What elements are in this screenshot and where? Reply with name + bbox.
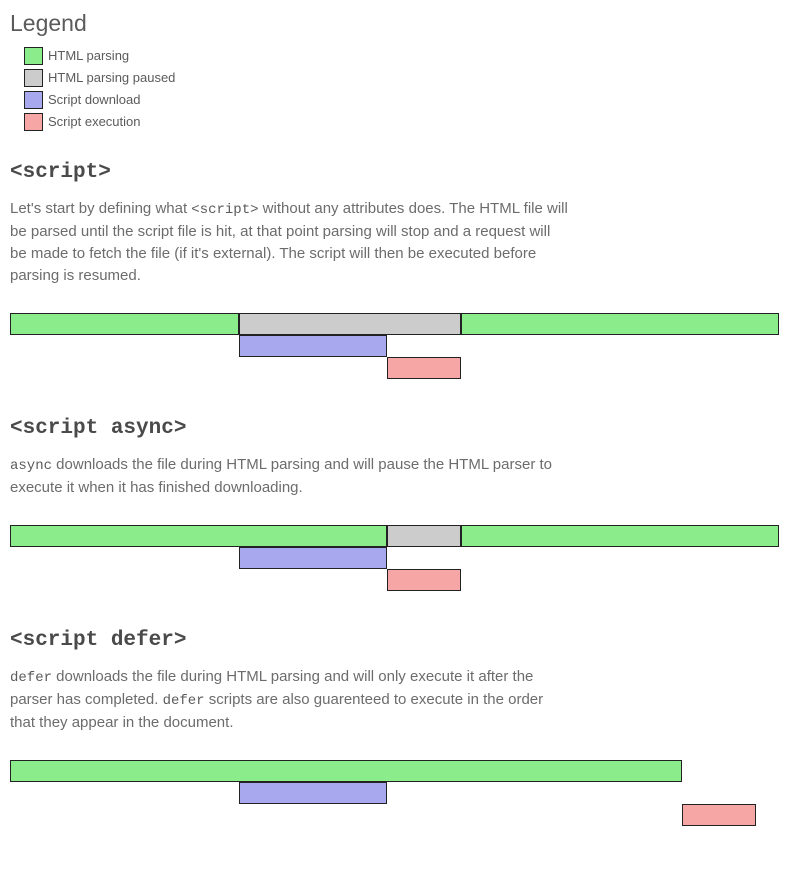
timeline-diagram xyxy=(10,760,779,826)
timeline-bar-green xyxy=(10,760,682,782)
inline-code: <script> xyxy=(191,202,258,218)
legend-item: HTML parsing xyxy=(10,45,791,67)
legend-title: Legend xyxy=(10,10,791,37)
inline-code: defer xyxy=(10,670,52,686)
legend-item: Script download xyxy=(10,89,791,111)
inline-code: async xyxy=(10,458,52,474)
inline-code: defer xyxy=(163,693,205,709)
timeline-bar-red xyxy=(682,804,756,826)
timeline-row xyxy=(10,525,779,547)
timeline-row xyxy=(10,804,779,826)
legend-label: Script execution xyxy=(48,111,141,133)
timeline-row xyxy=(10,335,779,357)
section-script-defer: <script defer> defer downloads the file … xyxy=(10,629,791,826)
timeline-bar-green xyxy=(10,525,387,547)
timeline-row xyxy=(10,357,779,379)
swatch-icon xyxy=(24,69,43,87)
timeline-row xyxy=(10,313,779,335)
section-heading: <script> xyxy=(10,161,791,184)
timeline-bar-blue xyxy=(239,547,387,569)
swatch-icon xyxy=(24,113,43,131)
section-body: defer downloads the file during HTML par… xyxy=(10,666,570,734)
section-heading: <script async> xyxy=(10,417,791,440)
timeline-bar-blue xyxy=(239,335,387,357)
legend-label: HTML parsing paused xyxy=(48,67,175,89)
timeline-bar-grey xyxy=(239,313,461,335)
timeline-bar-red xyxy=(387,357,461,379)
section-body: Let's start by defining what <script> wi… xyxy=(10,198,570,287)
swatch-icon xyxy=(24,47,43,65)
timeline-bar-grey xyxy=(387,525,461,547)
section-body: async downloads the file during HTML par… xyxy=(10,454,570,499)
legend-list: HTML parsing HTML parsing paused Script … xyxy=(10,45,791,133)
timeline-bar-green xyxy=(10,313,239,335)
legend-item: HTML parsing paused xyxy=(10,67,791,89)
timeline-bar-green xyxy=(461,313,779,335)
legend-label: Script download xyxy=(48,89,141,111)
timeline-row xyxy=(10,547,779,569)
swatch-icon xyxy=(24,91,43,109)
timeline-row xyxy=(10,782,779,804)
section-script-async: <script async> async downloads the file … xyxy=(10,417,791,591)
timeline-row xyxy=(10,760,779,782)
legend-label: HTML parsing xyxy=(48,45,129,67)
legend-item: Script execution xyxy=(10,111,791,133)
timeline-diagram xyxy=(10,525,779,591)
timeline-diagram xyxy=(10,313,779,379)
section-script: <script> Let's start by defining what <s… xyxy=(10,161,791,379)
timeline-bar-green xyxy=(461,525,779,547)
timeline-bar-blue xyxy=(239,782,387,804)
timeline-row xyxy=(10,569,779,591)
section-heading: <script defer> xyxy=(10,629,791,652)
timeline-bar-red xyxy=(387,569,461,591)
